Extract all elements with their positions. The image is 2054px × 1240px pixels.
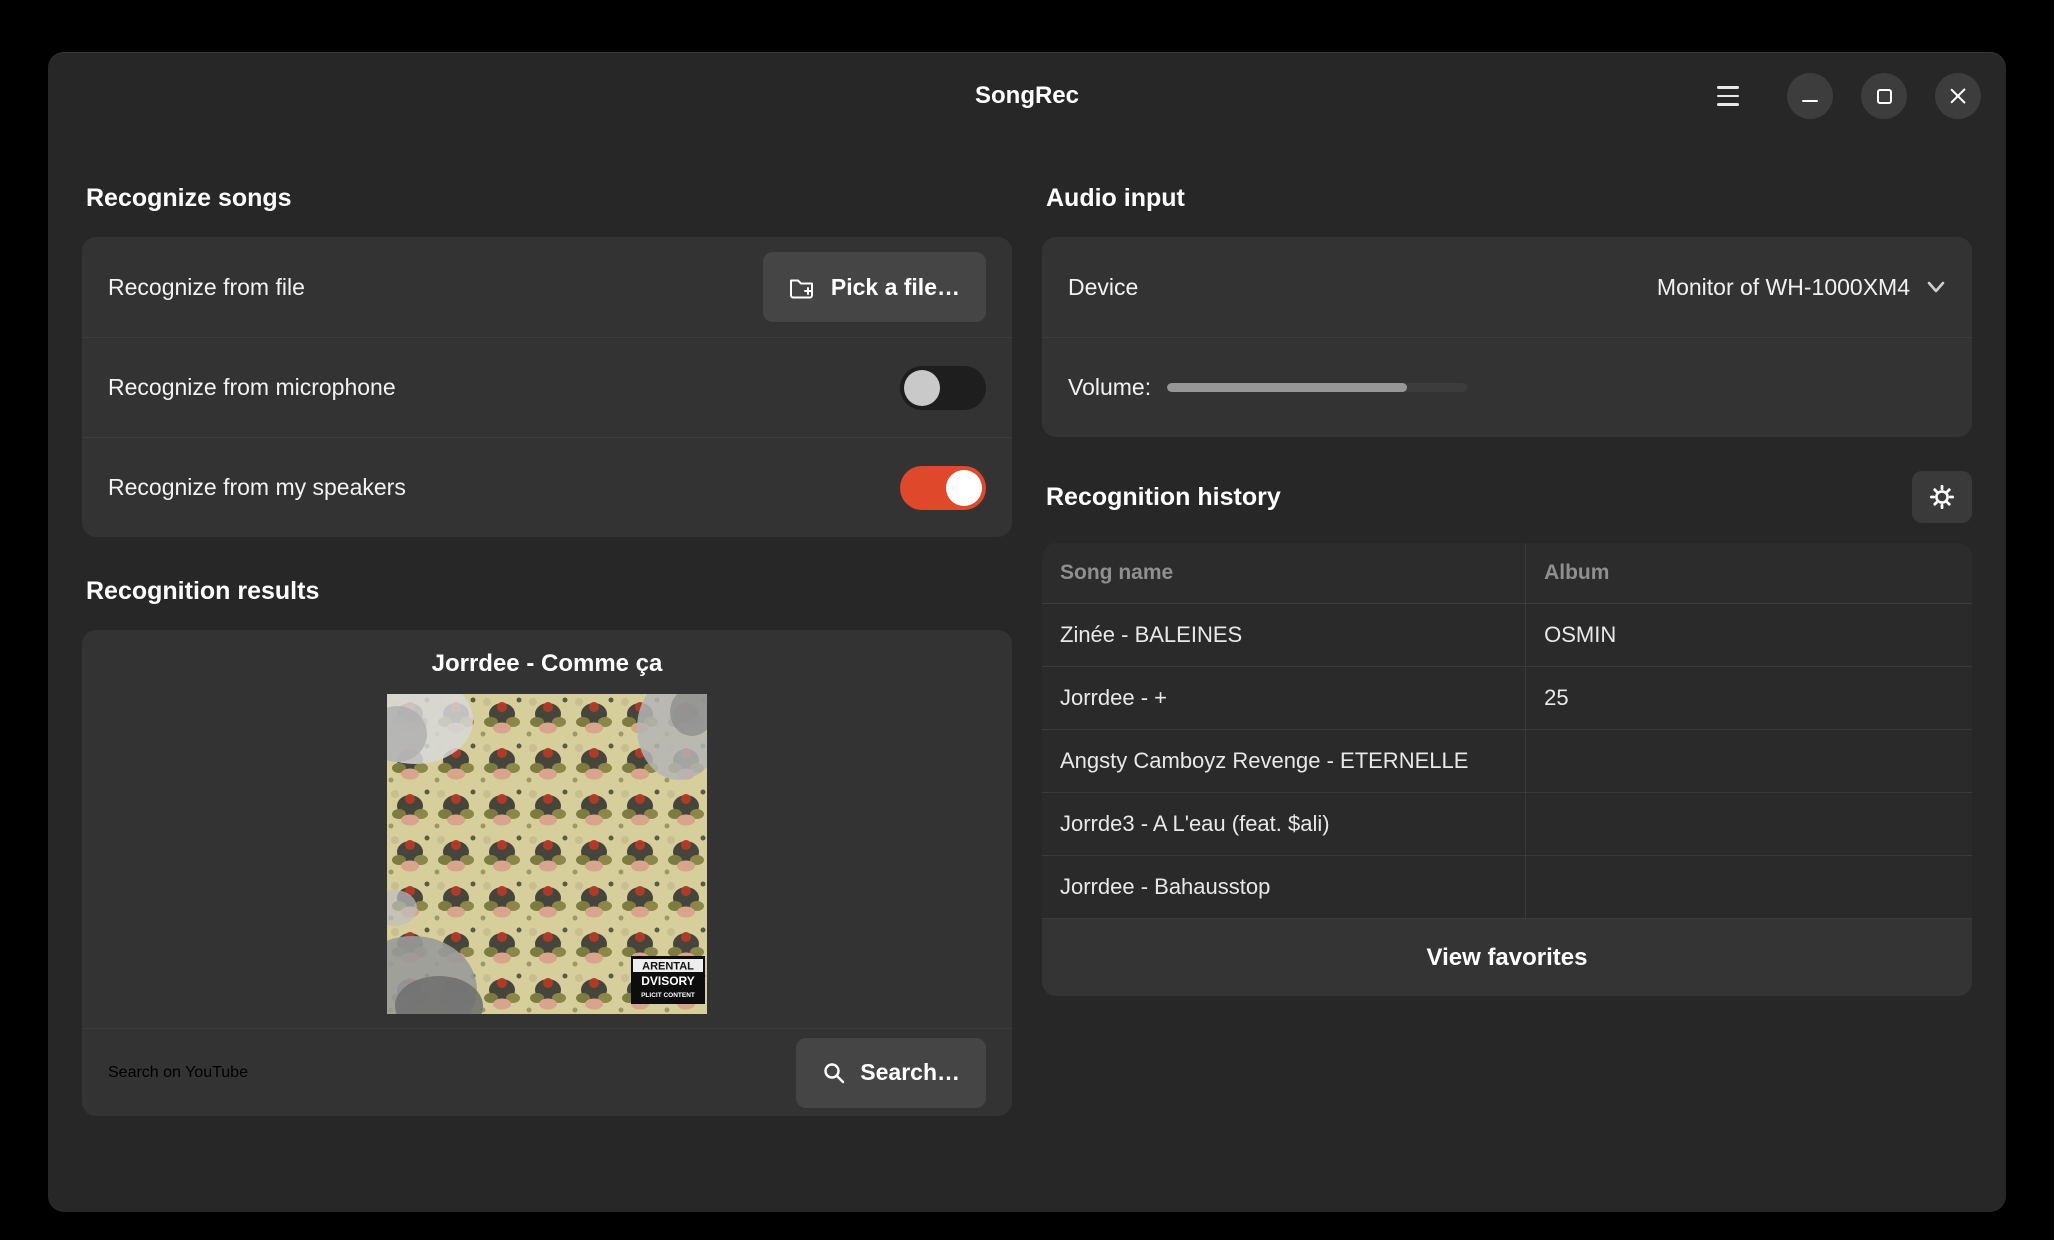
recognize-from-microphone-row: Recognize from microphone [82,337,1012,437]
recognize-from-file-label: Recognize from file [108,274,305,301]
chevron-down-icon [1926,280,1946,294]
volume-meter-fill [1167,383,1407,392]
toggle-knob [946,470,982,506]
table-row[interactable]: Jorrdee - + 25 [1042,667,1972,730]
column-header-song-name[interactable]: Song name [1042,543,1526,604]
volume-row: Volume: [1042,337,1972,437]
history-song-cell[interactable]: Jorrde3 - A L'eau (feat. $ali) [1042,793,1526,856]
search-on-youtube-row: Search on YouTube Search… [82,1028,1012,1116]
recognize-from-speakers-row: Recognize from my speakers [82,437,1012,537]
search-youtube-button[interactable]: Search… [796,1038,986,1108]
device-label: Device [1068,274,1138,301]
pick-a-file-button[interactable]: Pick a file… [763,252,986,322]
recognized-song-title: Jorrdee - Comme ça [432,650,663,678]
search-youtube-label: Search… [860,1059,960,1086]
table-row[interactable]: Jorrde3 - A L'eau (feat. $ali) [1042,793,1972,856]
recognize-from-file-row: Recognize from file Pick a file… [82,237,1012,337]
speakers-toggle[interactable] [900,466,986,510]
history-song-cell[interactable]: Jorrdee - Bahausstop [1042,856,1526,919]
table-row[interactable]: Zinée - BALEINES OSMIN [1042,604,1972,667]
recognition-history-header: Recognition history [1042,471,1972,523]
app-window: SongRec Recognize songs Recognize from f… [48,52,2006,1212]
history-header-row: Song name Album [1042,543,1972,604]
history-album-cell[interactable] [1526,793,1972,856]
close-button[interactable] [1935,73,1981,119]
history-song-cell[interactable]: Angsty Camboyz Revenge - ETERNELLE [1042,730,1526,793]
audio-input-heading: Audio input [1046,184,1972,213]
recognition-history-card: Song name Album Zinée - BALEINES OSMIN J… [1042,543,1972,996]
volume-meter [1167,383,1467,392]
view-favorites-button[interactable]: View favorites [1042,918,1972,996]
search-on-youtube-label: Search on YouTube [108,1064,248,1082]
audio-input-card: Device Monitor of WH-1000XM4 Volume: [1042,237,1972,437]
desktop-background: SongRec Recognize songs Recognize from f… [0,0,2054,1240]
history-table: Song name Album Zinée - BALEINES OSMIN J… [1042,543,1972,918]
recognition-results-card: Jorrdee - Comme ça [82,630,1012,1116]
history-song-cell[interactable]: Zinée - BALEINES [1042,604,1526,667]
svg-text:PLICIT CONTENT: PLICIT CONTENT [641,992,695,999]
svg-text:ARENTAL: ARENTAL [642,961,694,973]
recognition-results-heading: Recognition results [86,577,1012,606]
album-cover: ARENTAL DVISORY PLICIT CONTENT [387,694,707,1014]
minimize-icon [1802,100,1818,103]
recognition-history-heading: Recognition history [1046,483,1281,512]
history-settings-button[interactable] [1912,471,1972,523]
device-selected-value: Monitor of WH-1000XM4 [1657,274,1910,301]
search-icon [822,1061,846,1085]
folder-open-icon [789,275,817,299]
history-album-cell[interactable]: 25 [1526,667,1972,730]
table-row[interactable]: Jorrdee - Bahausstop [1042,856,1972,919]
hamburger-glyph [1717,86,1739,106]
window-controls [1705,73,1981,119]
microphone-toggle[interactable] [900,366,986,410]
column-header-album[interactable]: Album [1526,543,1972,604]
parental-advisory-badge: ARENTAL DVISORY PLICIT CONTENT [631,956,705,1004]
gear-icon [1928,483,1956,511]
recognize-card: Recognize from file Pick a file… Recogni… [82,237,1012,537]
history-song-cell[interactable]: Jorrdee - + [1042,667,1526,730]
minimize-button[interactable] [1787,73,1833,119]
volume-label: Volume: [1068,374,1151,401]
pick-a-file-label: Pick a file… [831,274,960,301]
recognize-from-microphone-label: Recognize from microphone [108,374,396,401]
device-dropdown[interactable]: Monitor of WH-1000XM4 [1657,274,1946,301]
headerbar[interactable]: SongRec [48,52,2006,140]
maximize-button[interactable] [1861,73,1907,119]
maximize-icon [1877,89,1892,104]
history-album-cell[interactable] [1526,730,1972,793]
toggle-knob [904,370,940,406]
table-row[interactable]: Angsty Camboyz Revenge - ETERNELLE [1042,730,1972,793]
svg-text:DVISORY: DVISORY [641,974,695,988]
hamburger-menu-icon[interactable] [1705,73,1751,119]
recognize-from-speakers-label: Recognize from my speakers [108,474,406,501]
close-icon [1948,86,1968,106]
left-column: Recognize songs Recognize from file Pick… [82,168,1012,1212]
device-row: Device Monitor of WH-1000XM4 [1042,237,1972,337]
history-album-cell[interactable]: OSMIN [1526,604,1972,667]
right-column: Audio input Device Monitor of WH-1000XM4… [1042,168,1972,1212]
window-content: Recognize songs Recognize from file Pick… [48,140,2006,1212]
history-album-cell[interactable] [1526,856,1972,919]
recognize-songs-heading: Recognize songs [86,184,1012,213]
